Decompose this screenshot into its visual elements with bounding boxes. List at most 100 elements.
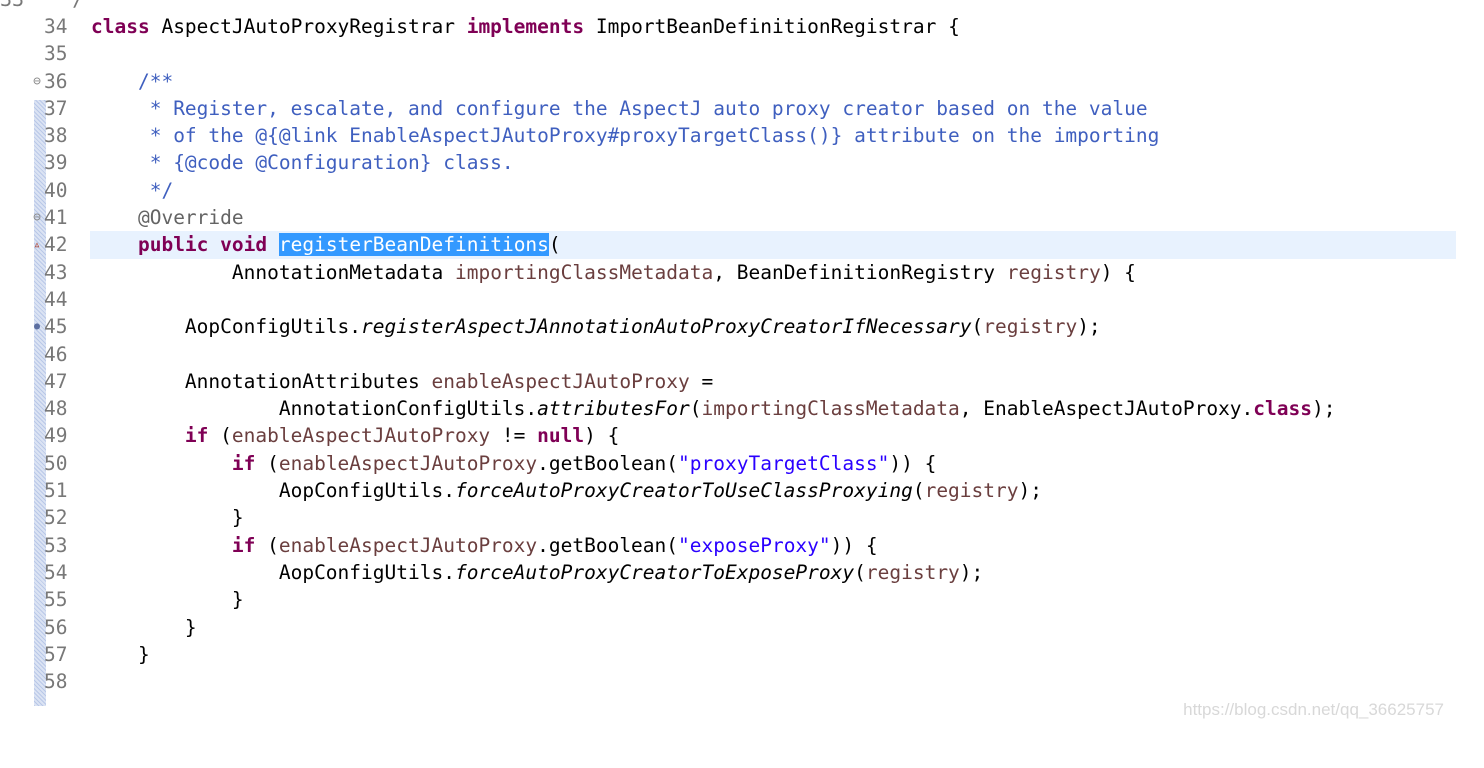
keyword: if bbox=[231, 451, 256, 475]
code-text: AnnotationConfigUtils.attributesFor(impo… bbox=[91, 395, 1336, 422]
keyword: class bbox=[1253, 397, 1312, 421]
class-name: AspectJAutoProxyRegistrar bbox=[161, 15, 455, 38]
fold-collapse-icon[interactable]: ⊖ bbox=[30, 68, 44, 95]
code-line[interactable]: 54 AopConfigUtils.forceAutoProxyCreatorT… bbox=[0, 559, 1484, 586]
code-line[interactable]: 57 } bbox=[0, 641, 1484, 668]
line-number: 46 bbox=[44, 342, 68, 366]
code-area[interactable]: 34 class AspectJAutoProxyRegistrar imple… bbox=[0, 13, 1484, 695]
code-line[interactable]: 37 * Register, escalate, and configure t… bbox=[0, 95, 1484, 122]
local-variable: enableAspectJAutoProxy bbox=[431, 369, 690, 393]
line-number: 40 bbox=[44, 178, 68, 202]
line-number: 35 bbox=[44, 42, 68, 66]
parameter: registry bbox=[983, 315, 1078, 339]
string-literal: "proxyTargetClass" bbox=[678, 451, 890, 475]
code-text: } bbox=[91, 641, 150, 668]
code-line[interactable]: 46 bbox=[0, 341, 1484, 368]
paren: ( bbox=[689, 397, 702, 421]
line-number: 49 bbox=[44, 424, 68, 448]
code-text: @Override bbox=[91, 204, 244, 231]
keyword: if bbox=[231, 533, 256, 557]
override-marker-icon[interactable]: ▵ bbox=[30, 231, 44, 258]
annotation: @Override bbox=[137, 206, 244, 230]
code-line[interactable]: 48 AnnotationConfigUtils.attributesFor(i… bbox=[0, 395, 1484, 422]
code-line[interactable]: 56 } bbox=[0, 614, 1484, 641]
code-line[interactable]: 51 AopConfigUtils.forceAutoProxyCreatorT… bbox=[0, 477, 1484, 504]
occurrence-marker-icon[interactable]: ● bbox=[30, 313, 44, 340]
code-editor[interactable]: 33 */ 34 class AspectJAutoProxyRegistrar… bbox=[0, 0, 1484, 768]
code-line[interactable]: 50 if (enableAspectJAutoProxy.getBoolean… bbox=[0, 450, 1484, 477]
code-line[interactable]: 52 } bbox=[0, 504, 1484, 531]
line-number: 47 bbox=[44, 369, 68, 393]
code-text: AnnotationMetadata importingClassMetadat… bbox=[91, 259, 1136, 286]
paren-brace: )) { bbox=[830, 533, 878, 557]
paren: ( bbox=[548, 233, 561, 257]
code-line[interactable]: 34 class AspectJAutoProxyRegistrar imple… bbox=[0, 13, 1484, 40]
line-number: 51 bbox=[44, 479, 68, 503]
type-name: AnnotationMetadata bbox=[231, 260, 444, 284]
code-text: AnnotationAttributes enableAspectJAutoPr… bbox=[91, 368, 713, 395]
keyword: implements bbox=[466, 15, 585, 38]
comment: * Register, escalate, and configure the … bbox=[137, 96, 1148, 120]
code-line[interactable]: ⊖ 41 @Override bbox=[0, 204, 1484, 231]
code-text: if (enableAspectJAutoProxy != null) { bbox=[91, 422, 619, 449]
line-number: 38 bbox=[44, 124, 68, 148]
line-number: 52 bbox=[44, 506, 68, 530]
code-line[interactable]: 38 * of the @{@link EnableAspectJAutoPro… bbox=[0, 122, 1484, 149]
code-line[interactable]: 49 if (enableAspectJAutoProxy != null) { bbox=[0, 422, 1484, 449]
line-number: 44 bbox=[44, 287, 68, 311]
operator: = bbox=[689, 369, 714, 393]
class-ref: AnnotationConfigUtils. bbox=[278, 397, 538, 421]
paren-brace: )) { bbox=[889, 451, 937, 475]
parameter: registry bbox=[865, 560, 960, 584]
line-number: 41 bbox=[44, 206, 68, 230]
class-ref: AopConfigUtils. bbox=[278, 560, 455, 584]
static-method: forceAutoProxyCreatorToUseClassProxying bbox=[454, 479, 913, 503]
brace: } bbox=[137, 642, 150, 666]
method-call: .getBoolean( bbox=[537, 451, 679, 475]
code-line[interactable]: 47 AnnotationAttributes enableAspectJAut… bbox=[0, 368, 1484, 395]
parameter: importingClassMetadata bbox=[701, 397, 960, 421]
code-text: * of the @{@link EnableAspectJAutoProxy#… bbox=[91, 122, 1160, 149]
code-text: /** bbox=[91, 68, 173, 95]
brace: { bbox=[948, 15, 960, 38]
paren: ); bbox=[1312, 397, 1336, 421]
code-text: AopConfigUtils.forceAutoProxyCreatorToUs… bbox=[91, 477, 1042, 504]
local-variable: enableAspectJAutoProxy bbox=[278, 451, 538, 475]
code-text: AopConfigUtils.forceAutoProxyCreatorToEx… bbox=[91, 559, 983, 586]
static-method: forceAutoProxyCreatorToExposeProxy bbox=[454, 560, 855, 584]
selected-method-name[interactable]: registerBeanDefinitions bbox=[278, 233, 549, 257]
class-ref: AopConfigUtils. bbox=[278, 479, 455, 503]
code-line[interactable]: 35 bbox=[0, 40, 1484, 67]
line-number: 50 bbox=[44, 451, 68, 475]
line-number: 53 bbox=[44, 533, 68, 557]
line-number: 42 bbox=[44, 233, 68, 257]
line-number: 39 bbox=[44, 151, 68, 175]
line-number: 48 bbox=[44, 397, 68, 421]
interface-name: ImportBeanDefinitionRegistrar bbox=[595, 15, 937, 38]
comment: */ bbox=[137, 178, 174, 202]
code-text: public void registerBeanDefinitions( bbox=[91, 231, 561, 258]
code-line[interactable]: ● 45 AopConfigUtils.registerAspectJAnnot… bbox=[0, 313, 1484, 340]
fold-collapse-icon[interactable]: ⊖ bbox=[30, 204, 44, 231]
local-variable: enableAspectJAutoProxy bbox=[278, 533, 538, 557]
class-ref: EnableAspectJAutoProxy. bbox=[983, 397, 1254, 421]
string-literal: "exposeProxy" bbox=[678, 533, 831, 557]
code-text: class AspectJAutoProxyRegistrar implemen… bbox=[91, 13, 960, 40]
code-line[interactable]: ⊖ 36 /** bbox=[0, 68, 1484, 95]
code-text: */ bbox=[91, 177, 174, 204]
partial-top-line: 33 */ bbox=[0, 0, 200, 13]
keyword: class bbox=[91, 15, 150, 38]
code-line[interactable]: 40 */ bbox=[0, 177, 1484, 204]
code-text: AopConfigUtils.registerAspectJAnnotation… bbox=[91, 313, 1101, 340]
static-method: registerAspectJAnnotationAutoProxyCreato… bbox=[361, 315, 972, 339]
current-code-line[interactable]: ▵ 42 public void registerBeanDefinitions… bbox=[0, 231, 1484, 259]
code-line[interactable]: 39 * {@code @Configuration} class. bbox=[0, 149, 1484, 176]
code-line[interactable]: 44 bbox=[0, 286, 1484, 313]
code-line[interactable]: 58 bbox=[0, 668, 1484, 695]
line-number: 45 bbox=[44, 315, 68, 339]
code-line[interactable]: 43 AnnotationMetadata importingClassMeta… bbox=[0, 259, 1484, 286]
code-line[interactable]: 53 if (enableAspectJAutoProxy.getBoolean… bbox=[0, 532, 1484, 559]
type-name: BeanDefinitionRegistry bbox=[736, 260, 996, 284]
code-line[interactable]: 55 } bbox=[0, 586, 1484, 613]
paren: ( bbox=[255, 451, 279, 475]
